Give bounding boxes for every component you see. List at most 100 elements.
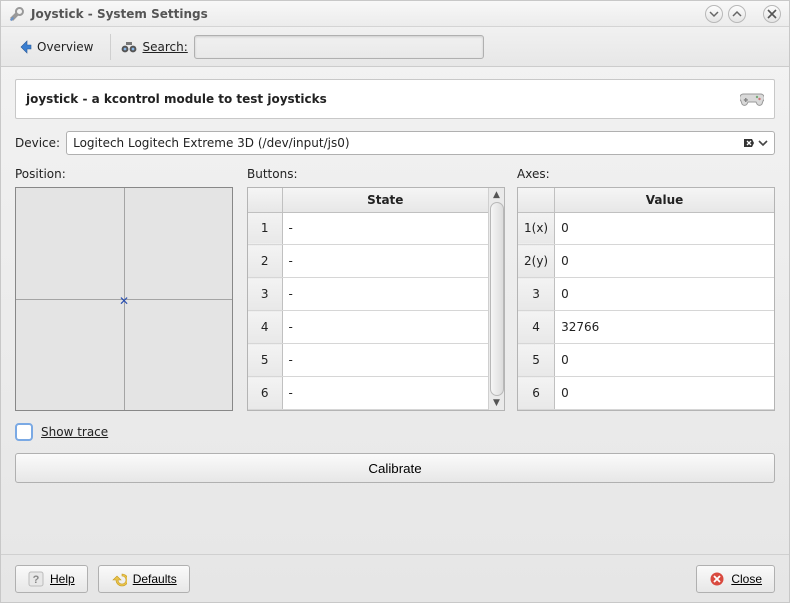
- chevron-up-icon: [732, 9, 742, 19]
- main-area: Position: ✕ Show trace Buttons:: [15, 167, 775, 441]
- scrollbar-track[interactable]: [490, 202, 504, 396]
- row-index: 2: [248, 245, 282, 278]
- axes-value-header: Value: [555, 188, 774, 212]
- back-arrow-icon: [17, 39, 33, 55]
- buttons-state-header: State: [282, 188, 488, 212]
- svg-text:?: ?: [33, 574, 40, 586]
- table-row[interactable]: 50: [518, 344, 774, 377]
- axes-table: Value 1(x)02(y)0304327665060: [518, 188, 774, 410]
- maximize-button[interactable]: [728, 5, 746, 23]
- row-index: 3: [248, 278, 282, 311]
- window-title: Joystick - System Settings: [31, 7, 208, 21]
- calibrate-button[interactable]: Calibrate: [15, 453, 775, 483]
- position-column: Position: ✕ Show trace: [15, 167, 235, 441]
- buttons-table-wrap: State 1-2-3-4-5-6- ▲ ▼: [247, 187, 505, 411]
- table-row[interactable]: 4-: [248, 311, 488, 344]
- module-header: joystick - a kcontrol module to test joy…: [15, 79, 775, 119]
- help-button[interactable]: ? Help: [15, 565, 88, 593]
- show-trace-checkbox[interactable]: [15, 423, 33, 441]
- table-row[interactable]: 1(x)0: [518, 212, 774, 245]
- scrollbar-thumb[interactable]: [490, 202, 504, 396]
- help-icon: ?: [28, 571, 44, 587]
- device-row: Device: Logitech Logitech Extreme 3D (/d…: [15, 131, 775, 155]
- button-state-cell: -: [282, 212, 488, 245]
- axes-label: Axes:: [517, 167, 775, 181]
- button-state-cell: -: [282, 278, 488, 311]
- axis-value-cell: 0: [555, 245, 774, 278]
- search-input[interactable]: [194, 35, 484, 59]
- device-select[interactable]: Logitech Logitech Extreme 3D (/dev/input…: [66, 131, 775, 155]
- undo-icon: [111, 571, 127, 587]
- button-state-cell: -: [282, 377, 488, 410]
- position-label: Position:: [15, 167, 235, 181]
- table-row[interactable]: 6-: [248, 377, 488, 410]
- buttons-label: Buttons:: [247, 167, 505, 181]
- axis-value-cell: 0: [555, 344, 774, 377]
- table-row[interactable]: 432766: [518, 311, 774, 344]
- row-index: 4: [518, 311, 555, 344]
- row-index: 5: [518, 344, 555, 377]
- axis-value-cell: 32766: [555, 311, 774, 344]
- axis-value-cell: 0: [555, 212, 774, 245]
- button-state-cell: -: [282, 311, 488, 344]
- table-row[interactable]: 5-: [248, 344, 488, 377]
- search-label: Search:: [143, 40, 188, 54]
- row-index: 3: [518, 278, 555, 311]
- button-state-cell: -: [282, 344, 488, 377]
- position-marker-icon: ✕: [119, 294, 129, 304]
- row-index: 1: [248, 212, 282, 245]
- buttons-column: Buttons: State 1-2-3-4-5-6- ▲ ▼: [247, 167, 505, 441]
- show-trace-row: Show trace: [15, 423, 235, 441]
- overview-label: Overview: [37, 40, 94, 54]
- close-button[interactable]: Close: [696, 565, 775, 593]
- buttons-corner-header: [248, 188, 282, 212]
- close-label: Close: [731, 572, 762, 586]
- binoculars-icon: [121, 39, 137, 55]
- table-row[interactable]: 60: [518, 377, 774, 410]
- table-row[interactable]: 1-: [248, 212, 488, 245]
- footer: ? Help Defaults Close: [1, 554, 789, 602]
- defaults-label: Defaults: [133, 572, 177, 586]
- axes-column: Axes: Value 1(x)02(y)0304327665060: [517, 167, 775, 441]
- position-canvas: ✕: [15, 187, 233, 411]
- axis-value-cell: 0: [555, 377, 774, 410]
- row-index: 1(x): [518, 212, 555, 245]
- toolbar: Overview Search:: [1, 27, 789, 67]
- chevron-down-icon[interactable]: [758, 136, 768, 150]
- axis-value-cell: 0: [555, 278, 774, 311]
- buttons-scrollbar[interactable]: ▲ ▼: [488, 188, 504, 410]
- row-index: 2(y): [518, 245, 555, 278]
- axes-corner-header: [518, 188, 555, 212]
- defaults-button[interactable]: Defaults: [98, 565, 190, 593]
- show-trace-label[interactable]: Show trace: [41, 425, 108, 439]
- close-window-button[interactable]: [763, 5, 781, 23]
- content-area: joystick - a kcontrol module to test joy…: [1, 67, 789, 554]
- scroll-down-icon[interactable]: ▼: [490, 396, 504, 410]
- titlebar: Joystick - System Settings: [1, 1, 789, 27]
- help-label: Help: [50, 572, 75, 586]
- clear-icon[interactable]: [742, 136, 756, 150]
- toolbar-separator: [110, 34, 111, 60]
- row-index: 4: [248, 311, 282, 344]
- table-row[interactable]: 3-: [248, 278, 488, 311]
- row-index: 6: [518, 377, 555, 410]
- device-selected-text: Logitech Logitech Extreme 3D (/dev/input…: [73, 136, 349, 150]
- row-index: 6: [248, 377, 282, 410]
- app-icon: [9, 6, 25, 22]
- calibrate-label: Calibrate: [368, 461, 421, 476]
- table-row[interactable]: 2-: [248, 245, 488, 278]
- minimize-button[interactable]: [705, 5, 723, 23]
- gamepad-icon: [740, 90, 764, 108]
- table-row[interactable]: 30: [518, 278, 774, 311]
- button-state-cell: -: [282, 245, 488, 278]
- window-root: Joystick - System Settings Overview Sear…: [0, 0, 790, 603]
- buttons-table: State 1-2-3-4-5-6-: [248, 188, 488, 410]
- module-title: joystick - a kcontrol module to test joy…: [26, 92, 327, 106]
- overview-button[interactable]: Overview: [11, 36, 100, 58]
- close-icon: [767, 9, 777, 19]
- table-row[interactable]: 2(y)0: [518, 245, 774, 278]
- axes-table-wrap: Value 1(x)02(y)0304327665060: [517, 187, 775, 411]
- row-index: 5: [248, 344, 282, 377]
- chevron-down-icon: [709, 9, 719, 19]
- scroll-up-icon[interactable]: ▲: [490, 188, 504, 202]
